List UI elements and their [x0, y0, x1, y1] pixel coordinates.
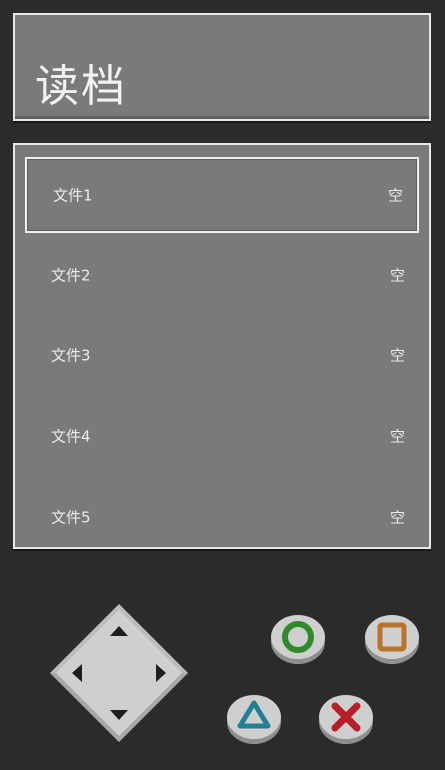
triangle-icon[interactable] — [224, 688, 284, 748]
save-slot-4[interactable]: 文件4 空 — [25, 398, 419, 474]
save-slot-status: 空 — [389, 266, 405, 285]
save-slot-2[interactable]: 文件2 空 — [25, 237, 419, 313]
save-slot-list: 文件1 空 文件2 空 文件3 空 文件4 空 文件5 空 — [13, 143, 431, 549]
dpad-icon[interactable] — [44, 598, 194, 750]
save-slot-label: 文件4 — [51, 427, 91, 446]
save-slot-label: 文件3 — [51, 346, 91, 365]
save-slot-1[interactable]: 文件1 空 — [25, 157, 419, 233]
save-slot-label: 文件5 — [51, 508, 91, 527]
title-panel: 读档 — [13, 13, 431, 121]
cross-icon[interactable] — [316, 688, 376, 748]
save-slot-label: 文件1 — [53, 186, 93, 205]
square-icon[interactable] — [362, 608, 422, 668]
save-slot-label: 文件2 — [51, 266, 91, 285]
save-slot-status: 空 — [389, 427, 405, 446]
save-slot-5[interactable]: 文件5 空 — [25, 479, 419, 555]
save-slot-status: 空 — [389, 346, 405, 365]
save-slot-status: 空 — [387, 186, 403, 205]
circle-icon[interactable] — [268, 608, 328, 668]
save-slot-3[interactable]: 文件3 空 — [25, 317, 419, 393]
save-slot-status: 空 — [389, 508, 405, 527]
page-title: 读档 — [35, 61, 127, 112]
